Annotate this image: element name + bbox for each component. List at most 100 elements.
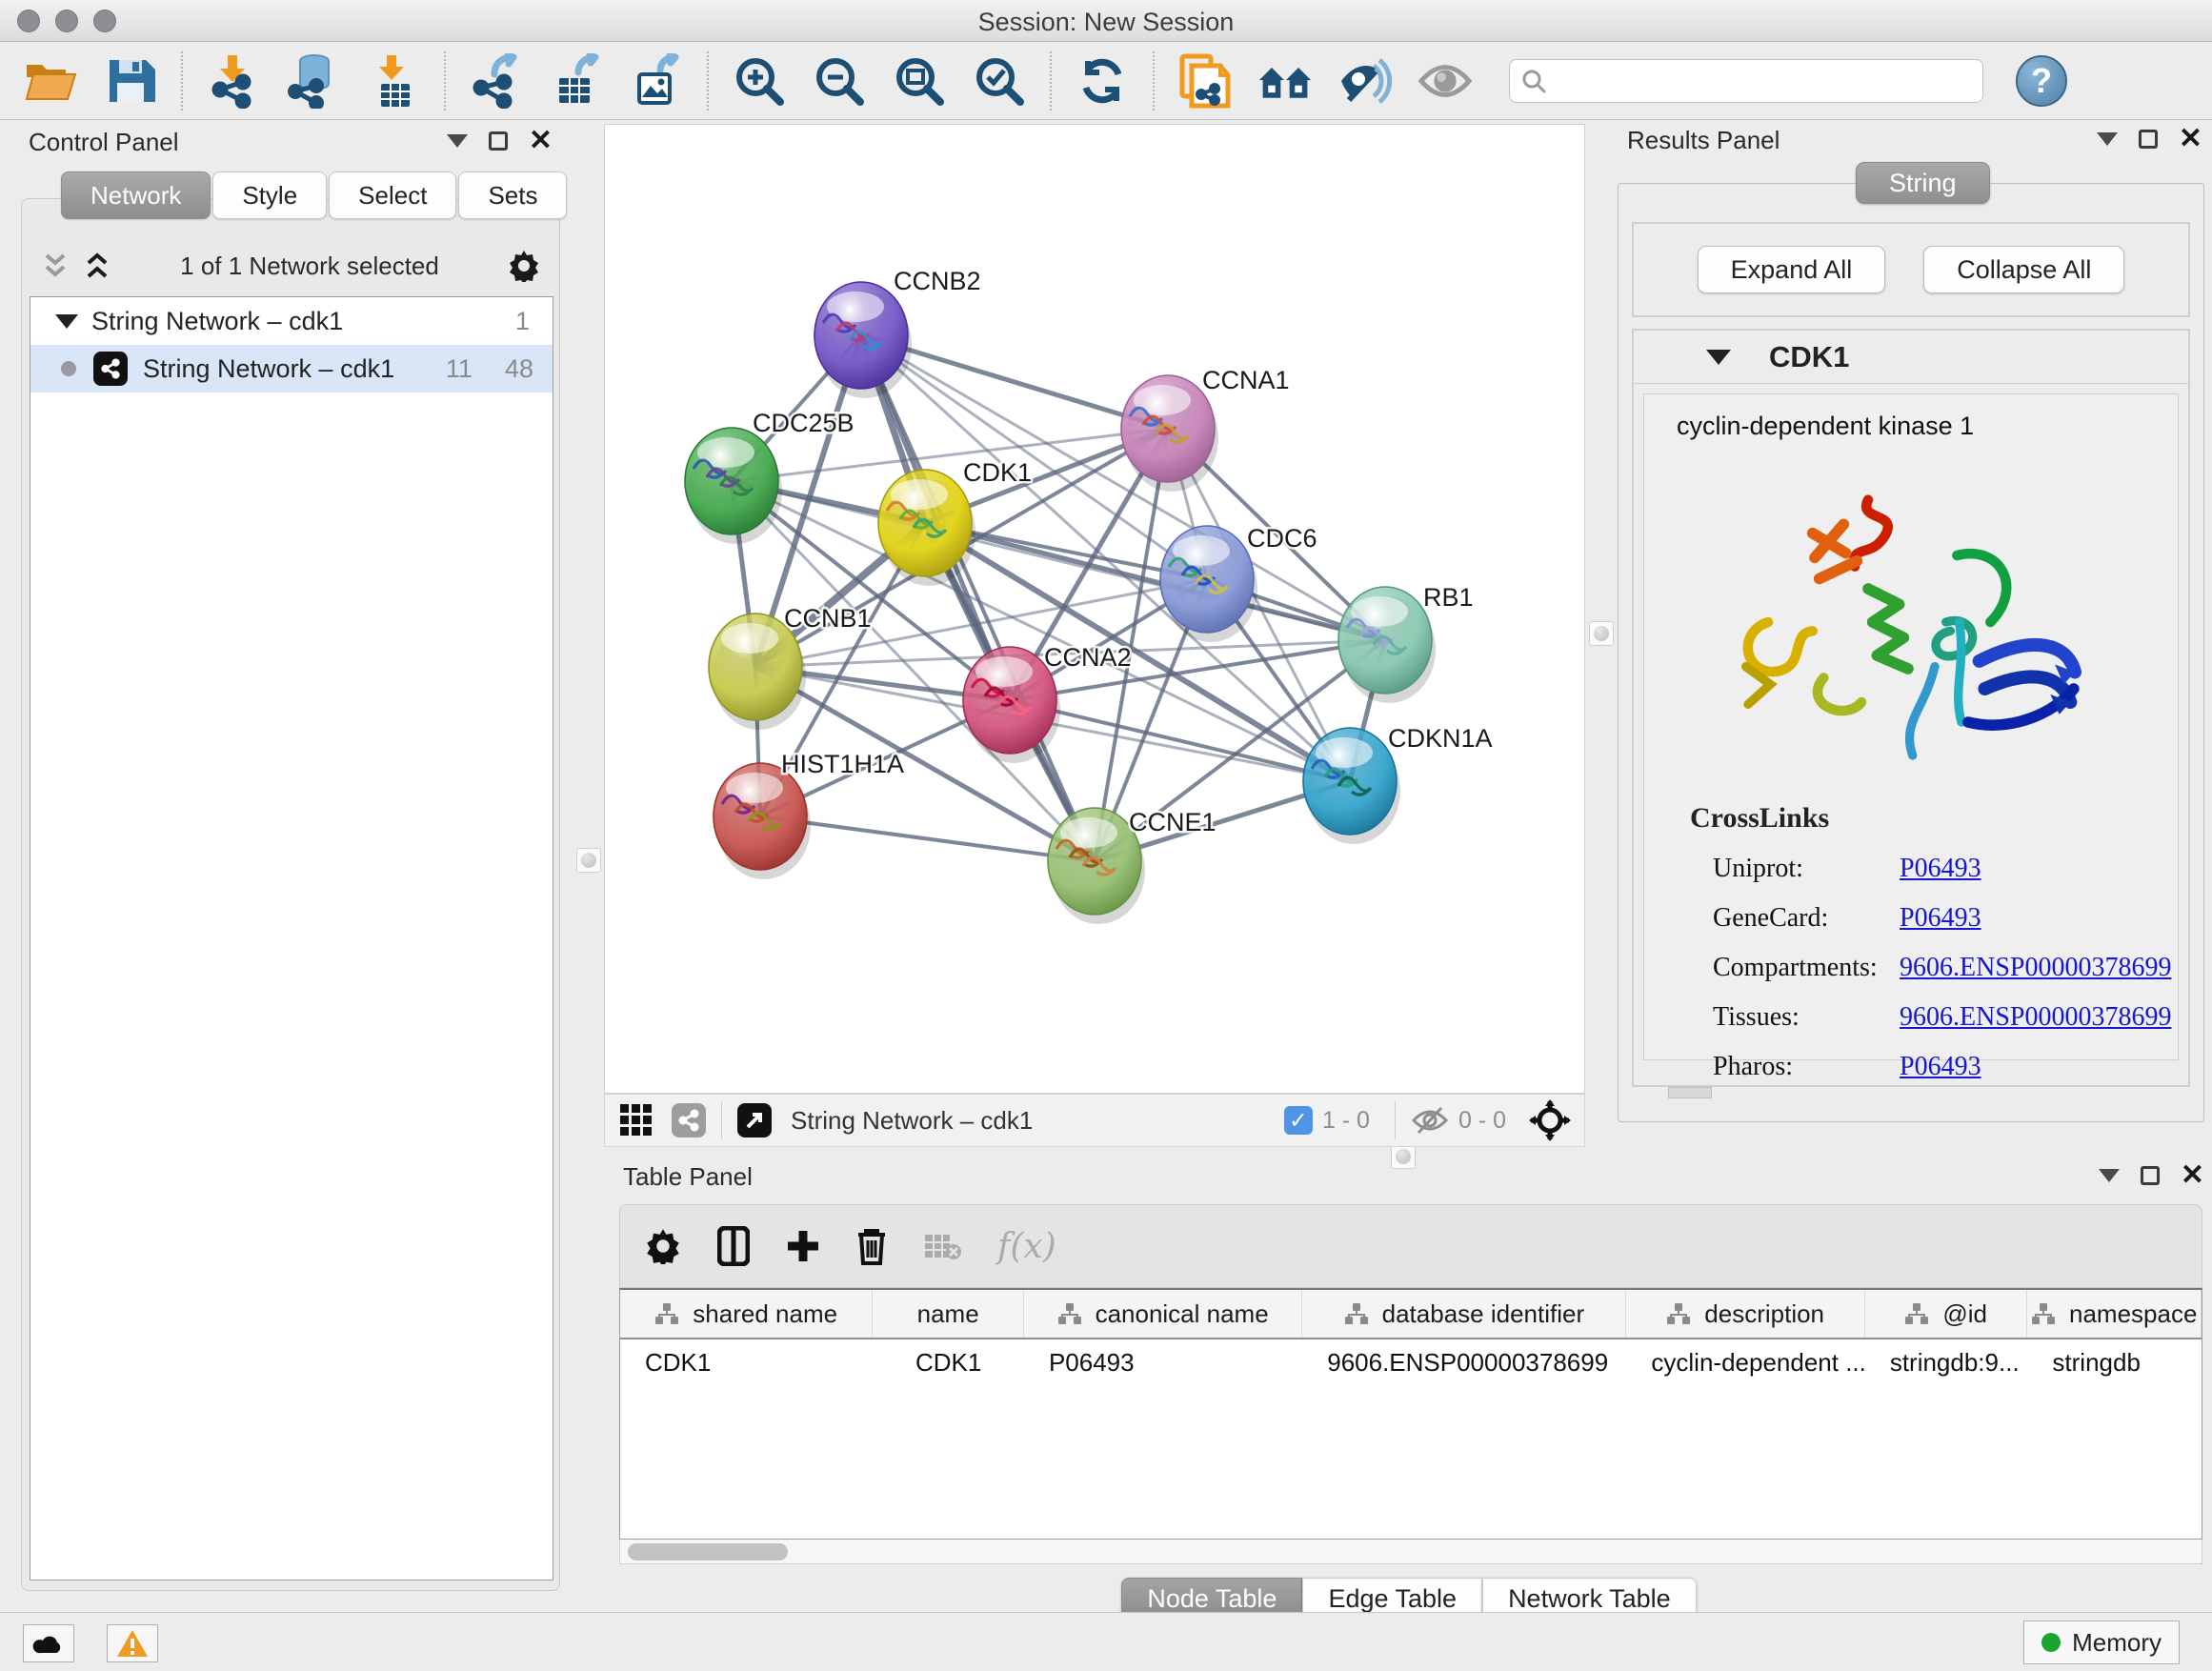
column-header-canonicalname[interactable]: canonical name <box>1024 1290 1302 1338</box>
column-header-databaseidentifier[interactable]: database identifier <box>1302 1290 1626 1338</box>
panel-float-icon[interactable] <box>2141 1166 2160 1185</box>
import-network-file-icon[interactable] <box>206 53 261 109</box>
table-cell[interactable]: CDK1 <box>873 1339 1024 1385</box>
warnings-button[interactable] <box>107 1624 158 1662</box>
network-column-icon <box>654 1302 679 1325</box>
help-icon[interactable]: ? <box>2016 55 2067 107</box>
network-node-cdkn1a[interactable]: CDKN1A <box>1303 724 1493 844</box>
zoom-out-icon[interactable] <box>812 53 867 109</box>
node-section-header[interactable]: CDK1 <box>1634 331 2188 384</box>
network-status-dot <box>61 361 76 376</box>
table-cell[interactable]: P06493 <box>1024 1339 1302 1385</box>
panel-minimize-icon[interactable] <box>2099 1169 2120 1182</box>
save-session-icon[interactable] <box>103 53 158 109</box>
network-node-cdc25b[interactable]: CDC25B <box>685 409 855 544</box>
column-header-sharedname[interactable]: shared name <box>620 1290 873 1338</box>
table-cell[interactable]: cyclin-dependent ... <box>1626 1339 1864 1385</box>
network-edge[interactable] <box>861 335 1095 861</box>
tab-sets[interactable]: Sets <box>458 171 567 219</box>
table-cell[interactable]: stringdb:9... <box>1865 1339 2028 1385</box>
hide-selected-icon[interactable] <box>1337 53 1393 109</box>
delete-column-icon[interactable] <box>856 1227 887 1265</box>
scrollbar-thumb[interactable] <box>628 1543 788 1560</box>
column-header-id[interactable]: @id <box>1865 1290 2028 1338</box>
collapse-all-button[interactable]: Collapse All <box>1923 246 2124 293</box>
tree-expand-caret-icon[interactable] <box>55 314 78 329</box>
network-node-hist1h1a[interactable]: HIST1H1A <box>714 750 904 879</box>
column-label: @id <box>1942 1299 1987 1329</box>
tab-style[interactable]: Style <box>212 171 327 219</box>
network-node-ccnb1[interactable]: CCNB1 <box>709 604 872 730</box>
table-horizontal-scrollbar[interactable] <box>619 1540 2202 1564</box>
column-header-description[interactable]: description <box>1626 1290 1864 1338</box>
crosslink-link[interactable]: P06493 <box>1900 903 1981 934</box>
birds-eye-view-icon[interactable] <box>1529 1099 1571 1141</box>
collapse-caret-icon[interactable] <box>1706 350 1731 365</box>
panel-minimize-icon[interactable] <box>447 134 468 148</box>
table-row[interactable]: CDK1CDK1P064939606.ENSP00000378699cyclin… <box>620 1339 2202 1385</box>
show-all-icon[interactable] <box>1418 53 1473 109</box>
panel-close-icon[interactable]: ✕ <box>2181 1166 2204 1185</box>
clone-network-icon[interactable] <box>1177 53 1233 109</box>
table-cell[interactable]: CDK1 <box>620 1339 873 1385</box>
crosslink-link[interactable]: 9606.ENSP00000378699 <box>1900 1002 2171 1033</box>
memory-button[interactable]: Memory <box>2023 1621 2180 1664</box>
show-columns-icon[interactable] <box>717 1226 750 1266</box>
crosslink-link[interactable]: 9606.ENSP00000378699 <box>1900 953 2171 983</box>
table-cell[interactable]: 9606.ENSP00000378699 <box>1302 1339 1626 1385</box>
tab-string[interactable]: String <box>1856 162 1990 204</box>
column-label: database identifier <box>1382 1299 1584 1329</box>
results-scrollbar-thumb[interactable] <box>1668 1087 1712 1098</box>
home-icon[interactable] <box>1257 53 1313 109</box>
selected-checkbox-icon[interactable]: ✓ <box>1284 1106 1313 1135</box>
crosslink-link[interactable]: P06493 <box>1900 1052 1981 1082</box>
expand-all-icon[interactable] <box>83 252 111 280</box>
crosslink-link[interactable]: P06493 <box>1900 854 1981 884</box>
search-input[interactable] <box>1556 68 1971 94</box>
zoom-fit-icon[interactable] <box>892 53 947 109</box>
zoom-selected-icon[interactable] <box>972 53 1027 109</box>
export-image-icon[interactable] <box>629 53 684 109</box>
network-node-cdc6[interactable]: CDC6 <box>1160 524 1317 642</box>
network-node-ccna1[interactable]: CCNA1 <box>1121 366 1290 492</box>
open-session-icon[interactable] <box>23 53 78 109</box>
node-table-grid[interactable]: shared namenamecanonical name database id… <box>619 1288 2202 1540</box>
panel-close-icon[interactable]: ✕ <box>2179 130 2202 149</box>
hidden-eye-icon[interactable] <box>1411 1106 1449 1135</box>
refresh-icon[interactable] <box>1075 53 1130 109</box>
open-in-new-window-icon[interactable] <box>737 1103 772 1137</box>
panel-float-icon[interactable] <box>489 131 508 151</box>
network-share-icon[interactable] <box>672 1103 706 1137</box>
network-node-ccne1[interactable]: CCNE1 <box>1048 808 1217 924</box>
network-node-ccna2[interactable]: CCNA2 <box>963 643 1132 763</box>
left-splitter-handle[interactable] <box>576 848 601 873</box>
table-cell[interactable]: stringdb <box>2027 1339 2202 1385</box>
panel-float-icon[interactable] <box>2139 130 2158 149</box>
panel-close-icon[interactable]: ✕ <box>529 131 553 151</box>
tab-select[interactable]: Select <box>329 171 456 219</box>
cloud-button[interactable] <box>23 1624 74 1662</box>
expand-all-button[interactable]: Expand All <box>1698 246 1886 293</box>
network-node-rb1[interactable]: RB1 <box>1338 583 1474 703</box>
import-table-file-icon[interactable] <box>366 53 421 109</box>
tab-network[interactable]: Network <box>61 171 211 219</box>
column-header-name[interactable]: name <box>873 1290 1024 1338</box>
panel-minimize-icon[interactable] <box>2097 132 2118 146</box>
network-collection-row[interactable]: String Network – cdk1 1 <box>30 297 553 345</box>
column-header-namespace[interactable]: namespace <box>2027 1290 2202 1338</box>
import-network-database-icon[interactable] <box>286 53 341 109</box>
export-network-icon[interactable] <box>469 53 524 109</box>
zoom-in-icon[interactable] <box>732 53 787 109</box>
table-settings-gear-icon[interactable] <box>645 1228 681 1264</box>
grid-view-icon[interactable] <box>618 1102 654 1138</box>
add-column-icon[interactable] <box>786 1229 820 1263</box>
network-graph[interactable]: CCNB2 CCNA1 CDC25B CDK1 CDC6 RB1 CCNB1 <box>605 125 1584 1093</box>
control-panel-title: Control Panel <box>29 128 179 157</box>
clear-table-icon <box>923 1231 961 1261</box>
export-table-icon[interactable] <box>549 53 604 109</box>
network-node-ccnb2[interactable]: CCNB2 <box>814 267 981 398</box>
network-view-canvas[interactable]: CCNB2 CCNA1 CDC25B CDK1 CDC6 RB1 CCNB1 <box>604 124 1585 1094</box>
collapse-all-icon[interactable] <box>41 252 70 280</box>
network-row[interactable]: String Network – cdk1 11 48 <box>30 345 553 393</box>
gear-icon[interactable] <box>508 250 540 282</box>
